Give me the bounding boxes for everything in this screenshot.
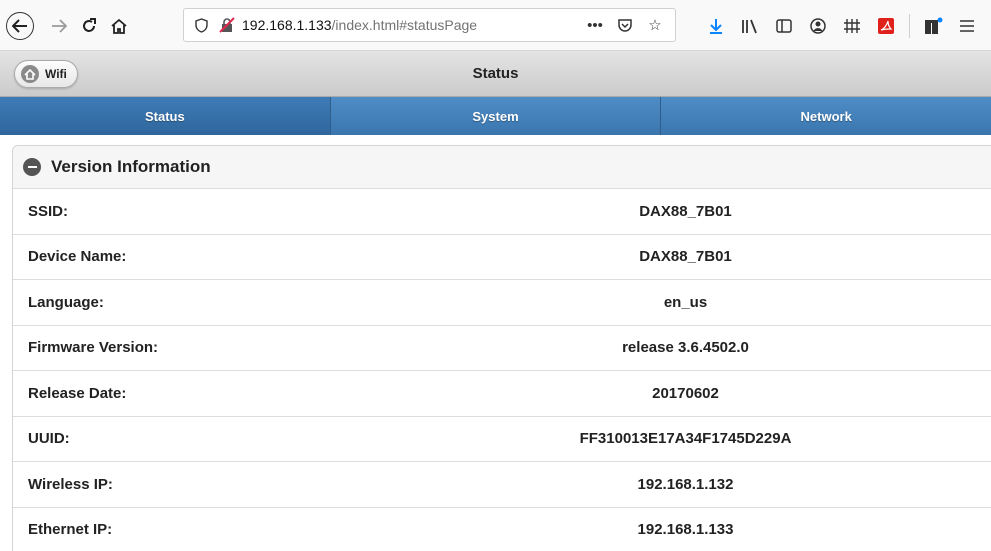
- info-label: Release Date:: [28, 384, 127, 402]
- info-value: FF310013E17A34F1745D229A: [579, 430, 792, 448]
- url-path: /index.html#statusPage: [331, 17, 478, 33]
- info-row-uuid: UUID: FF310013E17A34F1745D229A: [13, 416, 991, 462]
- tab-status[interactable]: Status: [0, 97, 331, 135]
- info-value: DAX88_7B01: [639, 248, 732, 266]
- info-row-language: Language: en_us: [13, 280, 991, 326]
- back-icon[interactable]: [6, 12, 34, 40]
- version-information-panel: Version Information SSID: DAX88_7B01 Dev…: [12, 145, 991, 551]
- info-value: 192.168.1.132: [637, 475, 734, 493]
- info-value: DAX88_7B01: [639, 202, 732, 220]
- home-icon[interactable]: [106, 13, 132, 39]
- tracking-shield-icon[interactable]: [193, 16, 209, 34]
- account-icon[interactable]: [807, 15, 829, 37]
- library-icon[interactable]: [739, 15, 761, 37]
- pocket-icon[interactable]: [615, 15, 635, 35]
- info-row-release-date: Release Date: 20170602: [13, 371, 991, 417]
- reload-icon[interactable]: [76, 13, 102, 39]
- tab-system[interactable]: System: [331, 97, 662, 135]
- browser-toolbar: 192.168.1.133/index.html#statusPage ••• …: [0, 0, 991, 51]
- toolbar-separator: [909, 14, 910, 38]
- app-header: Wifi Status: [0, 51, 991, 97]
- pdf-extension-icon[interactable]: [875, 15, 897, 37]
- tab-network[interactable]: Network: [661, 97, 991, 135]
- url-text[interactable]: 192.168.1.133/index.html#statusPage: [242, 17, 477, 33]
- info-label: Device Name:: [28, 248, 127, 266]
- info-row-ssid: SSID: DAX88_7B01: [13, 189, 991, 235]
- nav-bar: Status System Network: [0, 97, 991, 135]
- panel-title: Version Information: [51, 157, 211, 176]
- panel-header[interactable]: Version Information: [13, 146, 991, 189]
- extension-grid-icon[interactable]: [841, 15, 863, 37]
- info-row-firmware-version: Firmware Version: release 3.6.4502.0: [13, 325, 991, 371]
- info-label: SSID:: [28, 202, 69, 220]
- info-label: Language:: [28, 293, 104, 311]
- page-title: Status: [472, 65, 519, 82]
- url-host: 192.168.1.133: [242, 17, 332, 33]
- insecure-connection-icon[interactable]: [218, 16, 236, 34]
- info-label: UUID:: [28, 430, 70, 448]
- info-value: 20170602: [652, 384, 719, 402]
- url-bar[interactable]: 192.168.1.133/index.html#statusPage ••• …: [183, 8, 676, 42]
- info-row-device-name: Device Name: DAX88_7B01: [13, 234, 991, 280]
- extensions-icon[interactable]: [922, 15, 944, 37]
- bookmark-star-icon[interactable]: ☆: [645, 15, 665, 35]
- sidebar-icon[interactable]: [773, 15, 795, 37]
- info-row-ethernet-ip: Ethernet IP: 192.168.1.133: [13, 507, 991, 551]
- download-icon[interactable]: [705, 15, 727, 37]
- collapse-minus-icon[interactable]: [23, 158, 41, 176]
- page-actions-icon[interactable]: •••: [585, 15, 605, 35]
- info-label: Wireless IP:: [28, 475, 113, 493]
- info-label: Ethernet IP:: [28, 521, 113, 539]
- menu-icon[interactable]: [956, 15, 978, 37]
- info-value: release 3.6.4502.0: [622, 339, 749, 357]
- info-value: 192.168.1.133: [637, 521, 734, 539]
- info-label: Firmware Version:: [28, 339, 159, 357]
- forward-icon[interactable]: [46, 13, 72, 39]
- info-value: en_us: [663, 293, 708, 311]
- info-row-wireless-ip: Wireless IP: 192.168.1.132: [13, 462, 991, 508]
